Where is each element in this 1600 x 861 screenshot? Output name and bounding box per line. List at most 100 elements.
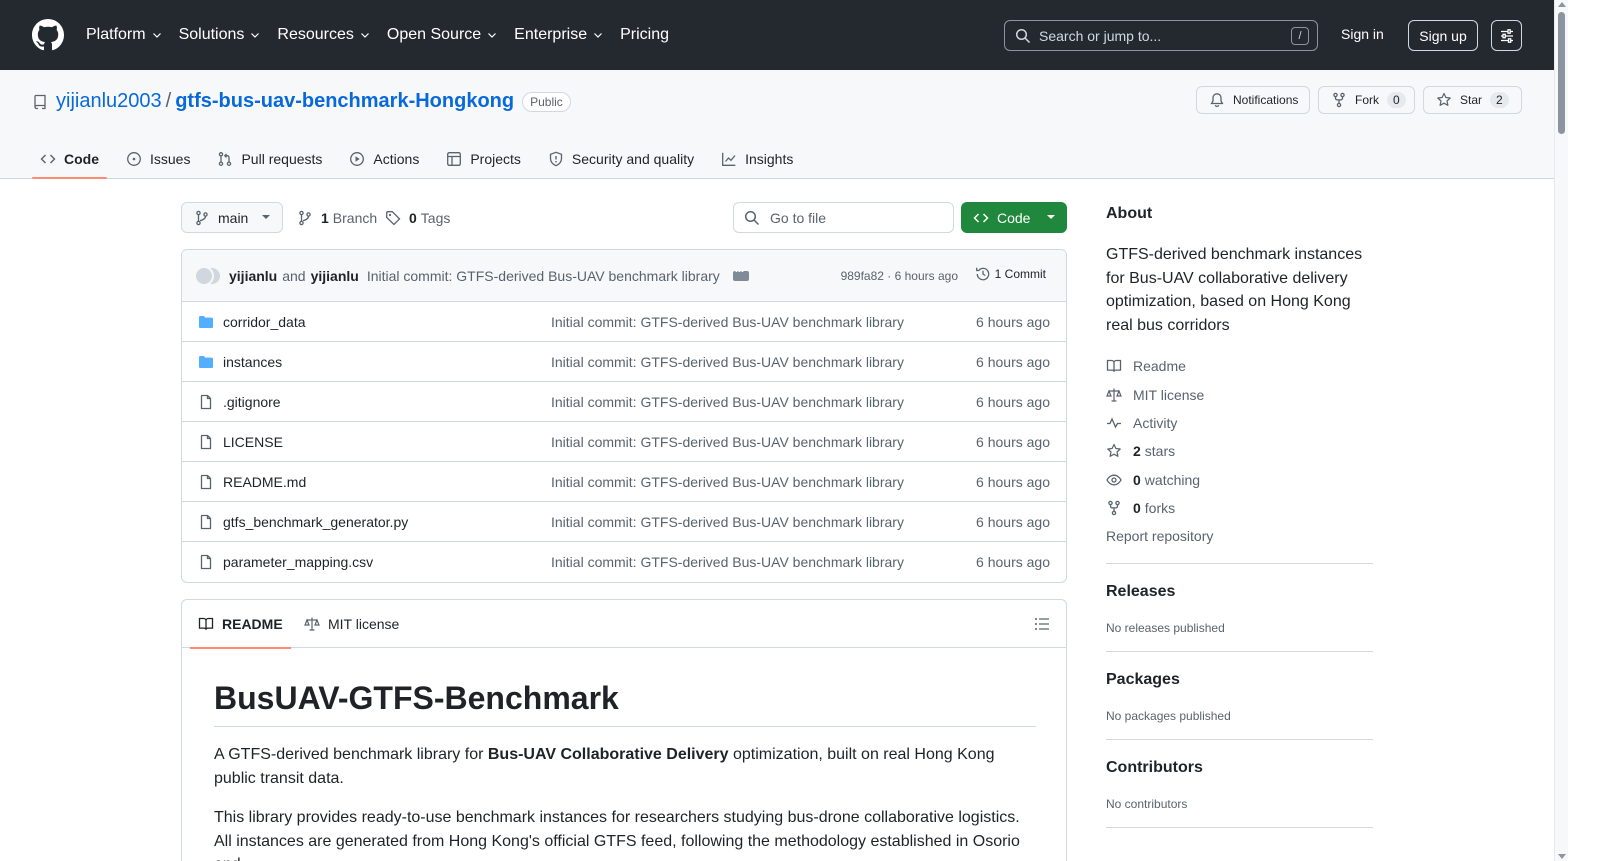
sign-in-link[interactable]: Sign in	[1341, 26, 1384, 42]
report-repository-link[interactable]: Report repository	[1106, 522, 1373, 550]
file-name-link[interactable]: parameter_mapping.csv	[223, 554, 373, 570]
nav-resources[interactable]: Resources	[277, 24, 370, 46]
go-to-file-placeholder: Go to file	[770, 209, 827, 226]
packages-heading[interactable]: Packages	[1106, 671, 1373, 689]
file-icon-wrap	[198, 514, 214, 530]
file-name-link[interactable]: LICENSE	[223, 434, 283, 450]
branch-select-button[interactable]: main	[181, 202, 283, 233]
file-commit-message-link[interactable]: Initial commit: GTFS-derived Bus-UAV ben…	[551, 394, 904, 410]
scroll-up-arrow-icon[interactable]	[1558, 2, 1566, 7]
repo-tabs: Code Issues Pull requests Actions Projec…	[32, 140, 812, 179]
search-shortcut-key: /	[1291, 27, 1309, 45]
global-search-input[interactable]: Search or jump to... /	[1004, 20, 1318, 51]
fork-button[interactable]: Fork 0	[1318, 86, 1415, 114]
file-commit-message-link[interactable]: Initial commit: GTFS-derived Bus-UAV ben…	[551, 434, 904, 450]
license-link[interactable]: MIT license	[1106, 380, 1373, 408]
file-commit-age: 6 hours ago	[976, 354, 1050, 370]
file-icon-wrap	[198, 394, 214, 410]
star-count: 2	[1490, 92, 1509, 108]
code-dropdown-button[interactable]: Code	[961, 202, 1067, 233]
search-icon	[1015, 28, 1031, 43]
file-row[interactable]: LICENSE Initial commit: GTFS-derived Bus-…	[182, 422, 1066, 462]
file-table: yijianlu and yijianlu Initial commit: GT…	[181, 249, 1067, 583]
law-icon	[1106, 388, 1122, 402]
contributors-empty: No contributors	[1106, 797, 1188, 812]
file-commit-message-link[interactable]: Initial commit: GTFS-derived Bus-UAV ben…	[551, 554, 904, 570]
readme-paragraph: This library provides ready-to-use bench…	[214, 809, 1020, 861]
file-icon-wrap	[198, 474, 214, 490]
tab-license[interactable]: MIT license	[304, 600, 399, 648]
nav-pricing[interactable]: Pricing	[620, 24, 669, 46]
file-row[interactable]: parameter_mapping.csv Initial commit: GTF…	[182, 542, 1066, 582]
file-row[interactable]: README.md Initial commit: GTFS-derived Bu…	[182, 462, 1066, 502]
file-commit-message-link[interactable]: Initial commit: GTFS-derived Bus-UAV ben…	[551, 514, 904, 530]
readme-link[interactable]: Readme	[1106, 352, 1373, 380]
activity-link[interactable]: Activity	[1106, 409, 1373, 437]
file-row[interactable]: instances Initial commit: GTFS-derived Bu…	[182, 342, 1066, 382]
file-commit-message-link[interactable]: Initial commit: GTFS-derived Bus-UAV ben…	[551, 314, 904, 330]
nav-platform[interactable]: Platform	[86, 24, 163, 46]
notifications-button[interactable]: Notifications	[1196, 86, 1310, 114]
file-commit-message-link[interactable]: Initial commit: GTFS-derived Bus-UAV ben…	[551, 474, 904, 490]
file-icon	[200, 554, 212, 570]
tab-pull-requests[interactable]: Pull requests	[209, 140, 330, 178]
bell-icon	[1210, 93, 1224, 108]
branch-name: main	[218, 209, 249, 226]
file-name-link[interactable]: gtfs_benchmark_generator.py	[223, 514, 408, 530]
nav-enterprise[interactable]: Enterprise	[514, 24, 604, 46]
chevron-down-icon	[594, 33, 603, 38]
commit-message-link[interactable]: Initial commit: GTFS-derived Bus-UAV ben…	[367, 268, 720, 284]
tab-issues[interactable]: Issues	[118, 140, 198, 178]
tab-readme[interactable]: README	[190, 600, 291, 649]
tab-code[interactable]: Code	[32, 140, 107, 179]
star-button[interactable]: Star 2	[1423, 86, 1522, 114]
file-name-link[interactable]: README.md	[223, 474, 306, 490]
file-commit-message-link[interactable]: Initial commit: GTFS-derived Bus-UAV ben…	[551, 354, 904, 370]
tab-insights[interactable]: Insights	[713, 140, 801, 178]
visibility-badge: Public	[522, 91, 571, 112]
file-row[interactable]: .gitignore Initial commit: GTFS-derived B…	[182, 382, 1066, 422]
chevron-down-icon	[152, 33, 161, 38]
nav-solutions[interactable]: Solutions	[179, 24, 262, 46]
sign-up-button[interactable]: Sign up	[1408, 20, 1478, 51]
tab-label: Security and quality	[571, 151, 695, 167]
tag-count-label: Tags	[420, 210, 451, 226]
commit-author-link[interactable]: yijianlu	[229, 268, 277, 284]
list-outline-icon[interactable]	[1034, 616, 1050, 632]
forks-link[interactable]: 0 forks	[1106, 494, 1373, 522]
releases-heading[interactable]: Releases	[1106, 583, 1373, 601]
file-row[interactable]: corridor_data Initial commit: GTFS-derive…	[182, 302, 1066, 342]
page-scrollbar[interactable]	[1554, 0, 1568, 861]
file-name-link[interactable]: .gitignore	[223, 394, 281, 410]
commit-coauthor-link[interactable]: yijianlu	[311, 268, 359, 284]
watching-link[interactable]: 0 watching	[1106, 466, 1373, 494]
file-name-link[interactable]: corridor_data	[223, 314, 306, 330]
appearance-settings-button[interactable]	[1491, 20, 1522, 51]
fork-icon	[1333, 92, 1345, 108]
repo-name-link[interactable]: gtfs-bus-uav-benchmark-Hongkong	[175, 90, 514, 113]
commits-history-link[interactable]: 1 Commit	[975, 266, 1046, 282]
nav-open-source[interactable]: Open Source	[387, 24, 498, 46]
go-to-file-input[interactable]: Go to file	[733, 202, 954, 233]
github-logo-icon[interactable]	[32, 19, 64, 51]
pulse-icon	[1107, 417, 1121, 429]
tab-label: Code	[64, 151, 99, 167]
file-row[interactable]: gtfs_benchmark_generator.py Initial commi…	[182, 502, 1066, 542]
tab-security[interactable]: Security and quality	[540, 140, 702, 178]
tags-link[interactable]: 0 Tags	[385, 210, 450, 226]
tab-label: Projects	[470, 151, 521, 167]
tab-projects[interactable]: Projects	[438, 140, 529, 178]
contributors-heading[interactable]: Contributors	[1106, 759, 1373, 777]
scrollbar-thumb[interactable]	[1558, 12, 1565, 134]
branches-link[interactable]: 1 Branch	[297, 210, 377, 226]
file-name-link[interactable]: instances	[223, 354, 282, 370]
commit-expand-button[interactable]	[732, 264, 749, 281]
commit-hash-time[interactable]: 989fa82 · 6 hours ago	[841, 269, 958, 283]
scroll-down-arrow-icon[interactable]	[1558, 854, 1566, 859]
issue-icon	[127, 152, 141, 166]
commit-avatars[interactable]	[194, 266, 224, 286]
latest-commit-bar: yijianlu and yijianlu Initial commit: GT…	[182, 250, 1066, 302]
repo-owner-link[interactable]: yijianlu2003	[56, 90, 162, 113]
stars-link[interactable]: 2 stars	[1106, 437, 1373, 465]
tab-actions[interactable]: Actions	[341, 140, 427, 178]
